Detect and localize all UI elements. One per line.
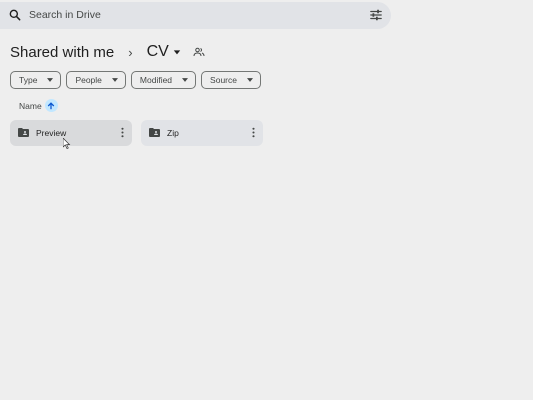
- search-input[interactable]: Search in Drive: [29, 9, 101, 21]
- folder-card-preview[interactable]: Preview: [10, 120, 132, 146]
- shared-folder-icon: [149, 128, 160, 137]
- caret-down-icon: [246, 78, 253, 82]
- more-vert-icon[interactable]: [121, 127, 124, 138]
- filter-chip-type[interactable]: Type: [10, 71, 62, 89]
- breadcrumb-current-label: CV: [146, 43, 169, 60]
- breadcrumb: Shared with me › CV: [10, 42, 205, 62]
- filter-chip-modified[interactable]: Modified: [130, 71, 197, 89]
- filter-chip-people[interactable]: People: [66, 71, 126, 89]
- shared-people-icon[interactable]: [193, 46, 205, 58]
- sort-row: Name: [19, 99, 58, 112]
- breadcrumb-separator: ›: [128, 44, 133, 60]
- sort-direction-button[interactable]: [44, 99, 58, 112]
- more-vert-icon[interactable]: [252, 127, 255, 138]
- caret-down-icon: [47, 78, 54, 82]
- shared-folder-icon: [18, 128, 29, 137]
- tune-icon[interactable]: [369, 8, 383, 22]
- filter-chip-label: Type: [19, 75, 38, 85]
- caret-down-icon: [182, 78, 189, 82]
- arrow-up-icon: [47, 101, 55, 109]
- breadcrumb-current-folder[interactable]: CV: [147, 43, 181, 61]
- caret-down-icon: [173, 50, 180, 55]
- mouse-pointer-icon: [63, 138, 71, 149]
- breadcrumb-root[interactable]: Shared with me: [10, 44, 114, 61]
- folder-card-zip[interactable]: Zip: [141, 120, 263, 146]
- filter-chip-label: Source: [210, 75, 237, 85]
- folder-name: Zip: [167, 128, 179, 138]
- filter-chip-label: Modified: [139, 75, 173, 85]
- filter-chip-label: People: [75, 75, 102, 85]
- caret-down-icon: [111, 78, 118, 82]
- sort-label[interactable]: Name: [19, 101, 42, 111]
- search-bar[interactable]: Search in Drive: [0, 2, 391, 29]
- filter-chips: Type People Modified Source: [10, 71, 261, 89]
- search-icon: [9, 9, 21, 21]
- folder-name: Preview: [36, 128, 67, 138]
- filter-chip-source[interactable]: Source: [201, 71, 261, 89]
